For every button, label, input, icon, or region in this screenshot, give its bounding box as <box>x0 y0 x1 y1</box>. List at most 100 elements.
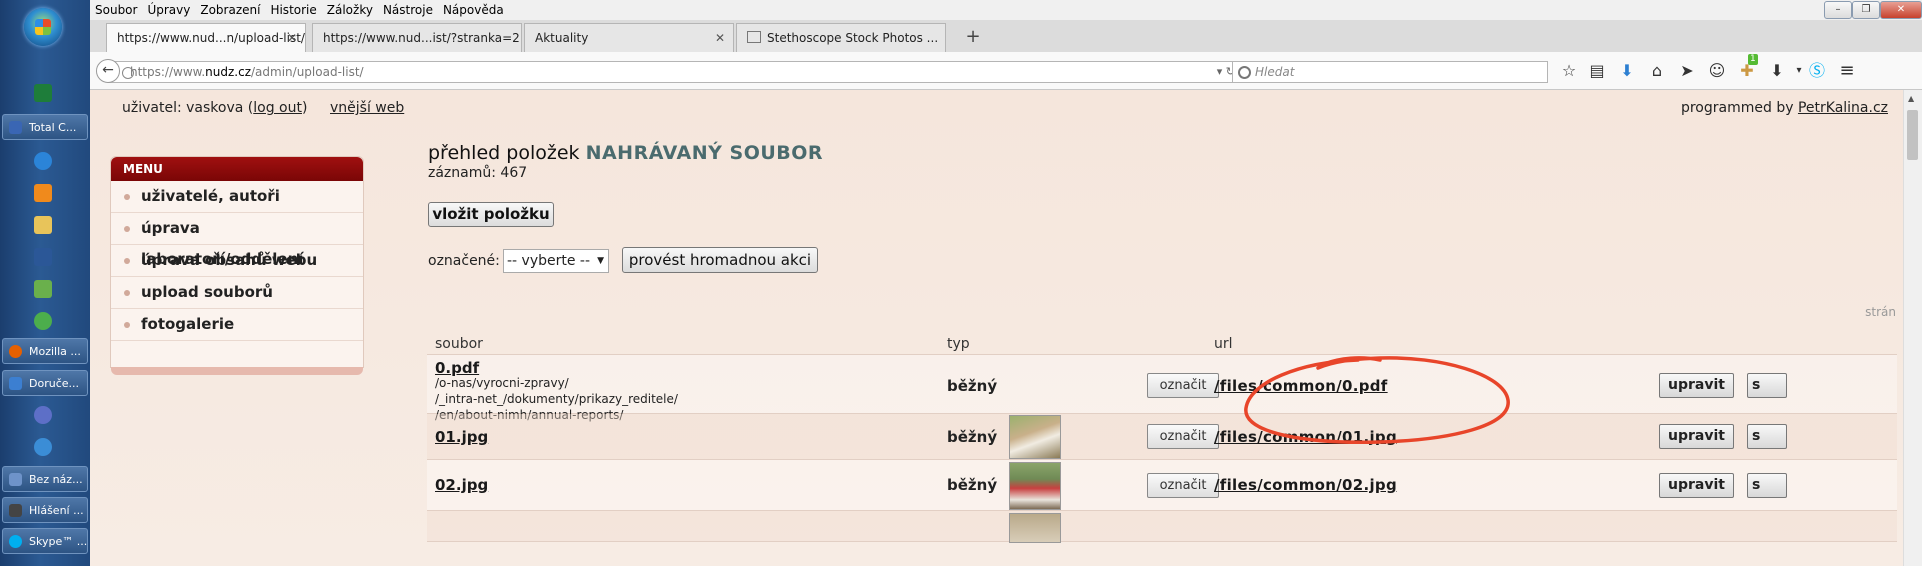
pagination-label: strán <box>1865 305 1896 319</box>
image-thumbnail[interactable] <box>1009 513 1061 543</box>
reading-list-icon[interactable]: ▤ <box>1586 60 1608 82</box>
menu-footer <box>111 367 363 375</box>
menu-item-content[interactable]: úprava obsahů webu <box>111 245 363 277</box>
image-thumbnail[interactable] <box>1009 415 1061 459</box>
mark-button[interactable]: označit <box>1147 424 1219 449</box>
taskbar-button-report[interactable]: Hlášení ... <box>2 497 88 523</box>
image-thumbnail[interactable] <box>1009 462 1061 510</box>
table-row: 02.jpg běžný označit /files/common/02.jp… <box>427 460 1897 511</box>
page-title: přehled položek NAHRÁVANÝ SOUBOR <box>428 142 824 164</box>
tab-strip: https://www.nud...n/upload-list/ ✕ https… <box>90 20 1922 53</box>
menu-title: MENU <box>111 157 363 181</box>
bulk-action-button[interactable]: provést hromadnou akci <box>622 247 818 273</box>
close-tab-icon[interactable]: ✕ <box>287 24 297 52</box>
outer-web-link[interactable]: vnější web <box>330 100 404 116</box>
menu-soubor[interactable]: Soubor <box>90 0 142 20</box>
mail-icon <box>9 377 22 390</box>
row-action-button[interactable]: s <box>1747 373 1787 398</box>
menu-historie[interactable]: Historie <box>265 0 321 20</box>
file-table: soubor typ url 0.pdf /o-nas/vyrocni-zpra… <box>427 336 1897 543</box>
admin-page: uživatel: vaskova (log out) vnější web p… <box>90 90 1904 566</box>
menu-napoveda[interactable]: Nápověda <box>438 0 509 20</box>
table-row <box>427 511 1897 543</box>
close-window-button[interactable]: ✕ <box>1880 1 1922 19</box>
file-name-link[interactable]: 01.jpg <box>435 428 488 446</box>
addon-icon[interactable]: ✚ 1 <box>1736 54 1758 82</box>
search-input[interactable]: Hledat <box>1232 61 1548 83</box>
file-type: běžný <box>947 476 998 494</box>
taskbar-button-notepad[interactable]: Bez náz... <box>2 466 88 492</box>
taskbar-button-mail[interactable]: Doruče... <box>2 370 88 396</box>
search-icon <box>1238 66 1251 79</box>
home-icon[interactable]: ⌂ <box>1646 60 1668 82</box>
media-player-icon[interactable] <box>34 184 52 202</box>
menu-item-gallery[interactable]: fotogalerie <box>111 309 363 341</box>
taskbar-button-firefox[interactable]: Mozilla ... <box>2 338 88 364</box>
send-icon[interactable]: ➤ <box>1676 60 1698 82</box>
excel-icon[interactable] <box>34 84 52 102</box>
windows-taskbar: Total C... Mozilla ... Doruče... Bez náz… <box>0 0 90 566</box>
scroll-up-icon[interactable]: ▲ <box>1908 94 1914 103</box>
internet-explorer-icon[interactable] <box>34 152 52 170</box>
downloads-arrow-icon[interactable]: ⬇ <box>1766 60 1788 82</box>
mark-button[interactable]: označit <box>1147 373 1219 398</box>
folder-icon[interactable] <box>34 216 52 234</box>
tab-stethoscope[interactable]: Stethoscope Stock Photos ... <box>736 23 946 52</box>
hamburger-menu-icon[interactable]: ≡ <box>1836 60 1858 82</box>
word-icon[interactable] <box>34 248 52 266</box>
skype-icon <box>9 535 22 548</box>
search-app-icon[interactable] <box>34 438 52 456</box>
file-name-link[interactable]: 02.jpg <box>435 476 488 494</box>
insert-item-button[interactable]: vložit položku <box>428 202 554 227</box>
taskbar-button-skype[interactable]: Skype™ ... <box>2 528 88 554</box>
bulk-action-select[interactable]: -- vyberte -- ▼ <box>503 249 609 273</box>
address-bar[interactable]: https://www.nudz.cz/admin/upload-list/ ▾… <box>108 61 1242 83</box>
menu-nastroje[interactable]: Nástroje <box>378 0 438 20</box>
logout-link[interactable]: log out <box>253 100 302 116</box>
bookmark-star-icon[interactable]: ☆ <box>1558 60 1580 82</box>
column-url: url <box>1214 336 1233 352</box>
row-action-button[interactable]: s <box>1747 424 1787 449</box>
column-type: typ <box>947 336 970 352</box>
edit-button[interactable]: upravit <box>1659 373 1734 398</box>
edit-button[interactable]: upravit <box>1659 473 1734 498</box>
edit-button[interactable]: upravit <box>1659 424 1734 449</box>
record-count: záznamů: 467 <box>428 165 528 181</box>
menu-item-users[interactable]: uživatelé, autoři <box>111 181 363 213</box>
firefox-icon <box>9 345 22 358</box>
maximize-button[interactable]: ❐ <box>1852 1 1880 19</box>
close-tab-icon[interactable]: ✕ <box>715 24 725 52</box>
taskbar-button-total-commander[interactable]: Total C... <box>2 114 88 140</box>
scrollbar-thumb[interactable] <box>1907 110 1918 160</box>
minimize-button[interactable]: – <box>1824 1 1852 19</box>
start-button[interactable] <box>24 8 62 46</box>
table-row: 01.jpg běžný označit /files/common/01.jp… <box>427 414 1897 460</box>
tab-aktuality[interactable]: Aktuality ✕ <box>524 23 734 52</box>
browser-menubar: Soubor Úpravy Zobrazení Historie Záložky Nást… <box>90 0 1922 20</box>
new-tab-button[interactable]: + <box>958 23 988 52</box>
file-url-link[interactable]: /files/common/02.jpg <box>1214 476 1397 494</box>
menu-upravy[interactable]: Úpravy <box>142 0 195 20</box>
tab-upload-list[interactable]: https://www.nud...n/upload-list/ ✕ <box>106 23 306 52</box>
author-link[interactable]: PetrKalina.cz <box>1798 100 1888 116</box>
admin-menu: MENU uživatelé, autoři úprava laboratoří… <box>110 156 364 375</box>
app-icon[interactable] <box>34 312 52 330</box>
site-identity-icon[interactable] <box>122 67 134 79</box>
page-scrollbar[interactable]: ▲ <box>1903 90 1922 566</box>
file-type: běžný <box>947 377 998 395</box>
row-action-button[interactable]: s <box>1747 473 1787 498</box>
outlook-icon[interactable] <box>34 406 52 424</box>
menu-item-labs[interactable]: úprava laboratoří/oddělení <box>111 213 363 268</box>
mark-button[interactable]: označit <box>1147 473 1219 498</box>
back-button[interactable]: ← <box>96 59 120 83</box>
skype-addon-icon[interactable]: Ⓢ <box>1806 60 1828 82</box>
download-icon[interactable]: ⬇ <box>1616 60 1638 82</box>
tab-upload-list-page2[interactable]: https://www.nud...ist/?stranka=2 <box>312 23 522 52</box>
menu-item-upload[interactable]: upload souborů <box>111 277 363 309</box>
marked-label: označené: <box>428 253 500 269</box>
spreadsheet-icon[interactable] <box>34 280 52 298</box>
menu-zalozky[interactable]: Záložky <box>322 0 378 20</box>
table-header: soubor typ url <box>427 336 1897 355</box>
menu-zobrazeni[interactable]: Zobrazení <box>195 0 265 20</box>
chat-icon[interactable]: ☺ <box>1706 60 1728 82</box>
